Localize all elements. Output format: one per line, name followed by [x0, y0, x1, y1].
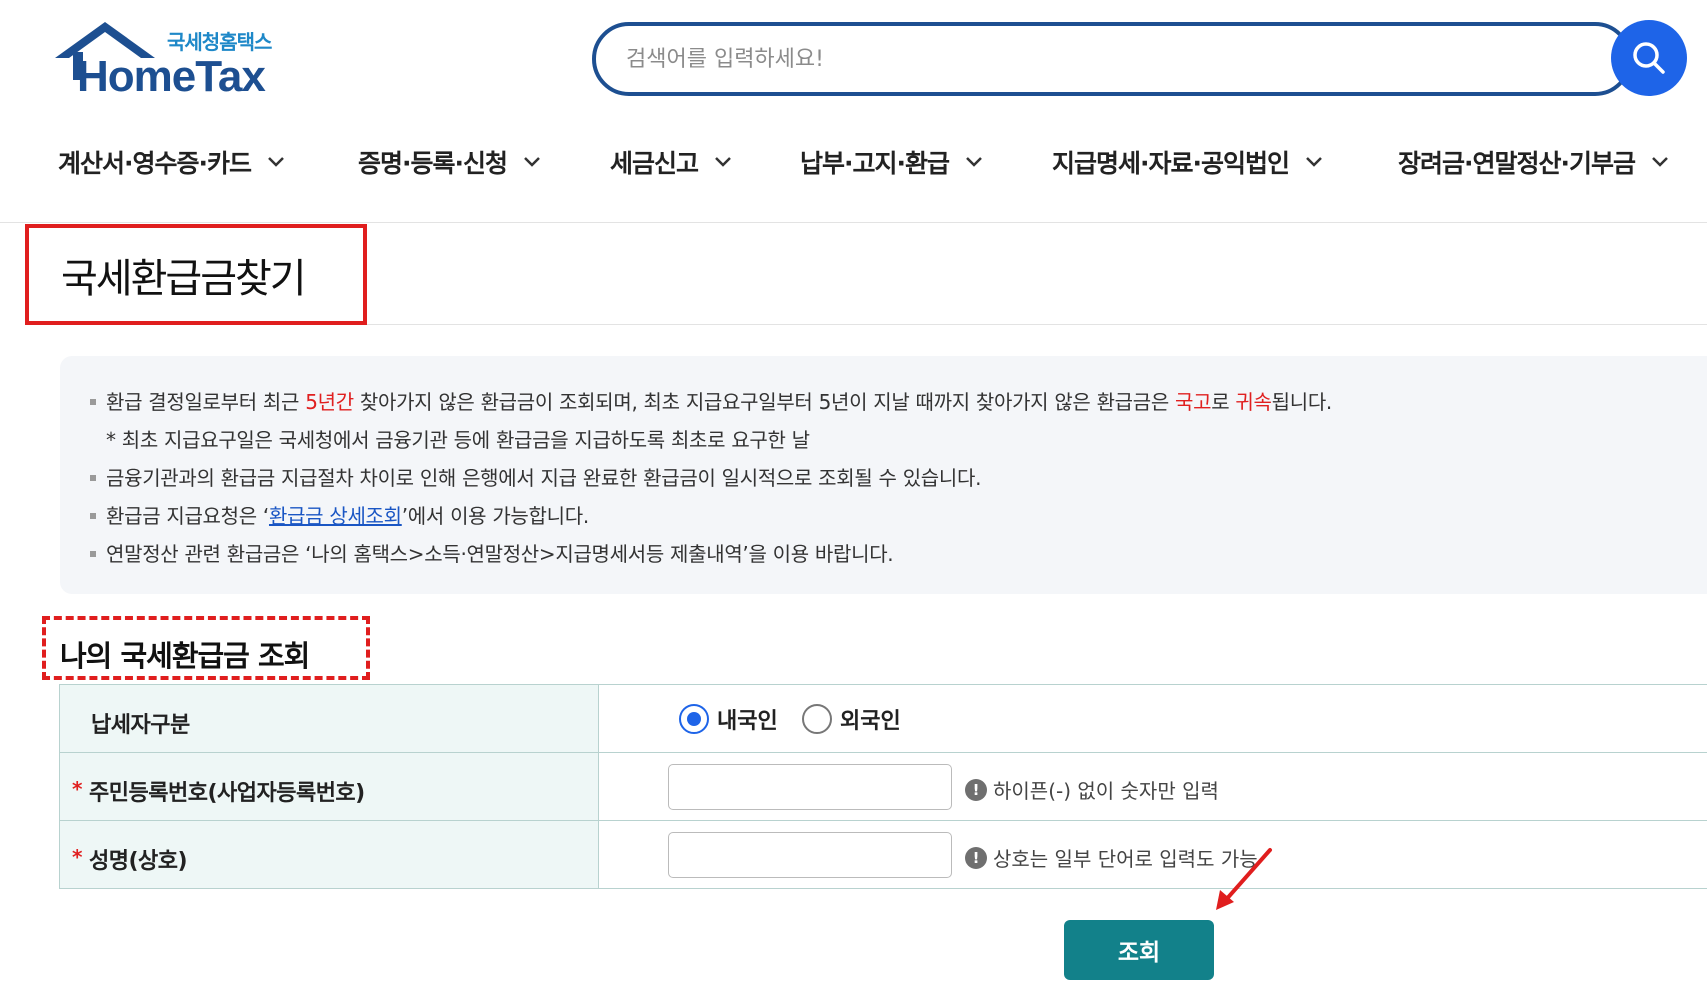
nav-item-label: 세금신고 [610, 149, 699, 178]
form-label-cell: 납세자구분 [59, 685, 599, 752]
registration-number-input[interactable] [668, 764, 952, 810]
form-row-taxpayer-type: 납세자구분 내국인 외국인 [59, 685, 1707, 753]
nav-item-payment-refund[interactable]: 납부·고지·환급 [800, 138, 983, 186]
nav-item-label: 장려금·연말정산·기부금 [1398, 149, 1636, 178]
page-title: 국세환급금찾기 [61, 256, 307, 302]
taxpayer-type-label: 납세자구분 [91, 713, 190, 738]
nav-item-tax-return[interactable]: 세금신고 [610, 138, 732, 186]
nav-item-certificate-registration[interactable]: 증명·등록·신청 [358, 138, 541, 186]
search-button[interactable] [1611, 20, 1687, 96]
notice-text: 찾아가지 않은 환급금이 조회되며, 최초 지급요구일부터 5년이 지날 때까지… [353, 390, 1176, 414]
nav-item-label: 납부·고지·환급 [800, 149, 950, 178]
chevron-down-icon [714, 156, 732, 168]
registration-number-label: 주민등록번호(사업자등록번호) [89, 781, 365, 806]
notice-line-4: 환급금 지급요청은 ‘환급금 상세조회’에서 이용 가능합니다. [90, 500, 589, 529]
nav-item-invoice-receipt-card[interactable]: 계산서·영수증·카드 [58, 138, 285, 186]
form-value-cell: 내국인 외국인 [599, 685, 1707, 752]
notice-box: 환급 결정일로부터 최근 5년간 찾아가지 않은 환급금이 조회되며, 최초 지… [60, 356, 1707, 594]
refund-detail-link[interactable]: 환급금 상세조회 [269, 504, 402, 528]
search-submit-button[interactable]: 조회 [1064, 920, 1214, 980]
notice-text: 로 [1211, 390, 1236, 414]
bullet-icon [90, 512, 96, 519]
form-label-cell: * 주민등록번호(사업자등록번호) [59, 753, 599, 820]
notice-highlight: 5년간 [305, 390, 354, 414]
radio-checked-icon [679, 704, 709, 734]
search-input[interactable] [626, 40, 1526, 78]
info-icon: ! [965, 778, 987, 801]
form-label-cell: * 성명(상호) [59, 821, 599, 888]
logo-subtitle: 국세청홈택스 [167, 30, 272, 54]
notice-text: 금융기관과의 환급금 지급절차 차이로 인해 은행에서 지급 완료한 환급금이 … [106, 466, 982, 490]
nav-item-payment-statement[interactable]: 지급명세·자료·공익법인 [1052, 138, 1323, 186]
radio-foreign[interactable]: 외국인 [802, 703, 901, 735]
radio-unchecked-icon [802, 704, 832, 734]
notice-line-1: 환급 결정일로부터 최근 5년간 찾아가지 않은 환급금이 조회되며, 최초 지… [90, 386, 1332, 415]
bullet-icon [90, 474, 96, 481]
bullet-icon [90, 550, 96, 557]
form-value-cell: ! 하이픈(-) 없이 숫자만 입력 [599, 753, 1707, 820]
name-input[interactable] [668, 832, 952, 878]
search-icon [1633, 42, 1665, 74]
notice-text: 환급금 지급요청은 ‘ [106, 504, 269, 528]
hometax-logo[interactable]: 국세청홈택스 HomeTax [55, 22, 285, 101]
section-title-highlight: 나의 국세환급금 조회 [42, 616, 370, 680]
annotation-arrow-icon [1216, 848, 1272, 910]
chevron-down-icon [1305, 156, 1323, 168]
chevron-down-icon [965, 156, 983, 168]
required-mark: * [72, 777, 83, 801]
main-nav: 계산서·영수증·카드 증명·등록·신청 세금신고 납부·고지·환급 지급명세·자… [0, 138, 1707, 186]
refund-search-form: 납세자구분 내국인 외국인 * 주민등록번호(사업자등록번호) ! 하이픈(-)… [59, 684, 1707, 889]
logo-text: HomeTax [77, 52, 266, 101]
header-divider [0, 222, 1707, 223]
nav-item-label: 증명·등록·신청 [358, 149, 508, 178]
notice-line-2: * 최초 지급요구일은 국세청에서 금융기관 등에 환급금을 지급하도록 최초로… [106, 428, 810, 452]
title-divider [367, 324, 1707, 325]
notice-text: 환급 결정일로부터 최근 [106, 390, 306, 414]
notice-highlight: 국고 [1175, 390, 1212, 414]
section-title: 나의 국세환급금 조회 [60, 639, 310, 673]
search-box [592, 22, 1632, 96]
hint-text: 하이픈(-) 없이 숫자만 입력 [993, 779, 1219, 803]
nav-item-incentive-yearend[interactable]: 장려금·연말정산·기부금 [1398, 138, 1669, 186]
form-row-name: * 성명(상호) ! 상호는 일부 단어로 입력도 가능 [59, 821, 1707, 889]
radio-label: 내국인 [717, 709, 778, 734]
chevron-down-icon [1651, 156, 1669, 168]
notice-line-5: 연말정산 관련 환급금은 ‘나의 홈택스>소득·연말정산>지급명세서등 제출내역… [90, 538, 894, 567]
page-title-highlight: 국세환급금찾기 [25, 224, 367, 325]
notice-text: 연말정산 관련 환급금은 ‘나의 홈택스>소득·연말정산>지급명세서등 제출내역… [106, 542, 894, 566]
form-value-cell: ! 상호는 일부 단어로 입력도 가능 [599, 821, 1707, 888]
form-row-registration-number: * 주민등록번호(사업자등록번호) ! 하이픈(-) 없이 숫자만 입력 [59, 753, 1707, 821]
chevron-down-icon [523, 156, 541, 168]
radio-label: 외국인 [840, 709, 901, 734]
radio-domestic[interactable]: 내국인 [679, 703, 778, 735]
notice-line-3: 금융기관과의 환급금 지급절차 차이로 인해 은행에서 지급 완료한 환급금이 … [90, 462, 981, 491]
name-label: 성명(상호) [89, 849, 188, 874]
registration-number-hint: ! 하이픈(-) 없이 숫자만 입력 [965, 775, 1219, 804]
nav-item-label: 지급명세·자료·공익법인 [1052, 149, 1290, 178]
notice-text: 됩니다. [1271, 390, 1333, 414]
notice-text: ’에서 이용 가능합니다. [401, 504, 589, 528]
bullet-icon [90, 398, 96, 405]
notice-highlight: 귀속 [1235, 390, 1272, 414]
required-mark: * [72, 845, 83, 869]
chevron-down-icon [267, 156, 285, 168]
info-icon: ! [965, 846, 987, 869]
nav-item-label: 계산서·영수증·카드 [58, 149, 252, 178]
